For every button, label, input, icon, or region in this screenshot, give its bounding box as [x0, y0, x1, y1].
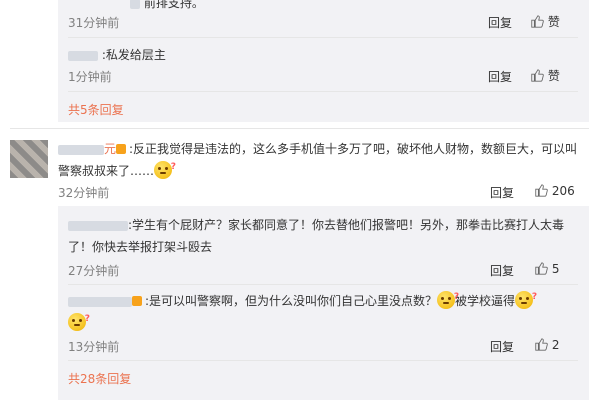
reply-divider	[68, 360, 578, 361]
username-blurred[interactable]	[68, 296, 132, 307]
sub-reply-1-text: :学生有个屁财产？家长都同意了！你去替他们报警吧！另外，那拳击比赛打人太毒了！你…	[68, 218, 565, 254]
reply-2-time: 1分钟前	[68, 70, 112, 84]
main-comment-like-button[interactable]: 206	[534, 183, 575, 198]
username-blurred[interactable]	[68, 220, 128, 231]
thumbs-up-icon	[535, 338, 548, 351]
username-blurred[interactable]	[68, 50, 98, 61]
thumbs-up-icon	[535, 262, 548, 275]
thinking-emoji-icon: ?	[68, 313, 90, 331]
main-comment-like-count: 206	[551, 184, 575, 198]
sub-reply-1-time: 27分钟前	[68, 264, 120, 278]
thumbs-up-icon	[531, 69, 544, 82]
reply-divider	[68, 91, 578, 92]
thinking-emoji-icon: ?	[154, 161, 176, 179]
reply-2-text-line: :私发给层主	[68, 46, 166, 63]
avatar[interactable]	[10, 140, 48, 178]
view-all-replies-link[interactable]: 共5条回复	[68, 101, 124, 118]
thinking-emoji-icon: ?	[515, 291, 537, 309]
view-all-replies-link[interactable]: 共28条回复	[68, 370, 131, 387]
thinking-emoji-icon: ?	[437, 291, 459, 309]
main-comment-time: 32分钟前	[58, 186, 110, 200]
sub-reply-1-like-count: 5	[551, 262, 560, 276]
sub-reply-1-like-button[interactable]: 5	[534, 261, 559, 276]
reply-divider	[68, 37, 578, 38]
vip-badge-icon	[116, 144, 127, 154]
thumbs-up-icon	[531, 15, 544, 28]
reply-1-text: 前排支持。	[130, 0, 204, 12]
sub-reply-2-like-button[interactable]: 2	[534, 337, 559, 352]
sub-reply-2-reply-button[interactable]: 回复	[490, 338, 514, 355]
reply-2-text: :私发给层主	[101, 48, 166, 62]
sub-reply-2-like-count: 2	[551, 338, 560, 352]
reply-1-reply-button[interactable]: 回复	[488, 14, 512, 31]
thumbs-up-icon	[535, 184, 548, 197]
comment-divider	[10, 128, 589, 129]
sub-reply-2-text: :是可以叫警察啊，但为什么没叫你们自己心里没点数？? 被学校逼得??	[68, 290, 578, 334]
sub-reply-1-reply-button[interactable]: 回复	[490, 262, 514, 279]
vip-badge-icon	[132, 296, 142, 306]
username-blurred[interactable]	[58, 144, 104, 155]
reply-2-reply-button[interactable]: 回复	[488, 68, 512, 85]
reply-1-time: 31分钟前	[68, 16, 120, 30]
main-comment-text: 元:反正我觉得是违法的，这么多手机值十多万了吧，破坏他人财物，数额巨大，可以叫警…	[58, 142, 578, 179]
reply-divider	[68, 284, 578, 285]
reply-2-like-button[interactable]: 赞	[530, 67, 560, 84]
sub-reply-2-time: 13分钟前	[68, 340, 120, 354]
reply-1-like-button[interactable]: 赞	[530, 13, 560, 30]
main-comment-reply-button[interactable]: 回复	[490, 184, 514, 201]
